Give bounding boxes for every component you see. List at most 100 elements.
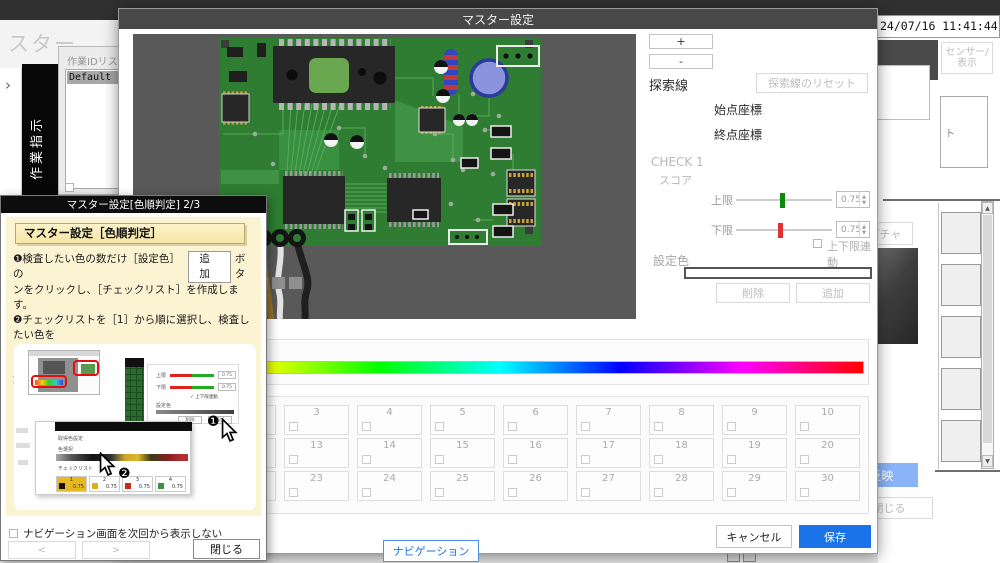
checkbox[interactable] xyxy=(800,455,809,464)
checkbox[interactable] xyxy=(508,488,517,497)
checklist-cell-number: 10 xyxy=(821,407,834,418)
checklist-cell-number: 8 xyxy=(678,407,685,418)
checkbox[interactable] xyxy=(65,183,74,192)
checkbox[interactable] xyxy=(654,455,663,464)
help-body: マスター設定［色順判定］ ❶検査したい色の数だけ［設定色］の 追加 ボタ ンをク… xyxy=(6,217,261,516)
checklist-cell[interactable]: 7 xyxy=(576,405,641,435)
checkbox[interactable] xyxy=(289,488,298,497)
hide-navigation-checkbox[interactable] xyxy=(9,529,18,538)
zoom-out-button[interactable]: - xyxy=(649,54,713,69)
chevron-right-icon[interactable]: › xyxy=(5,76,11,94)
window-control-fragment xyxy=(727,553,740,562)
checkbox[interactable] xyxy=(581,455,590,464)
prev-page-button[interactable]: < xyxy=(8,541,76,559)
checkbox[interactable] xyxy=(581,488,590,497)
upper-limit-spinner[interactable]: 0.75 ▲ ▼ xyxy=(836,191,870,208)
add-button[interactable]: 追加 xyxy=(796,283,870,303)
mini-cell-value: 0.75 xyxy=(105,484,117,490)
checklist-cell[interactable]: 20 xyxy=(795,438,860,468)
lower-slider-track[interactable] xyxy=(736,229,832,231)
checklist-cell[interactable]: 23 xyxy=(284,471,349,501)
checkbox[interactable] xyxy=(727,455,736,464)
checklist-cell[interactable]: 13 xyxy=(284,438,349,468)
dialog-title-bar[interactable]: マスター設定 xyxy=(119,9,877,29)
checklist-cell[interactable]: 24 xyxy=(357,471,422,501)
search-line-reset-button[interactable]: 探索線のリセット xyxy=(756,73,868,93)
checklist-cell[interactable]: 10 xyxy=(795,405,860,435)
mini-cell-value: 0.75 xyxy=(72,484,84,490)
checkbox[interactable] xyxy=(435,422,444,431)
scrollbar[interactable]: ▲ ▼ xyxy=(981,201,994,469)
checkbox[interactable] xyxy=(654,422,663,431)
upper-slider-thumb[interactable] xyxy=(780,193,785,208)
mini-value: 0.75 xyxy=(218,383,236,391)
tile-item[interactable] xyxy=(941,420,981,462)
set-color-field[interactable] xyxy=(684,267,872,279)
scrollbar-thumb[interactable] xyxy=(983,215,992,443)
close-button[interactable]: 閉じる xyxy=(193,539,260,559)
checkbox[interactable] xyxy=(435,488,444,497)
checkbox[interactable] xyxy=(362,422,371,431)
start-coord-label: 始点座標 xyxy=(714,103,763,117)
checkbox[interactable] xyxy=(362,488,371,497)
spin-down-icon[interactable]: ▼ xyxy=(862,200,866,206)
checklist-cell[interactable]: 5 xyxy=(430,405,495,435)
checklist-cell[interactable]: 4 xyxy=(357,405,422,435)
checklist-cell[interactable]: 8 xyxy=(649,405,714,435)
checkbox[interactable] xyxy=(727,488,736,497)
link-limits-checkbox[interactable] xyxy=(813,239,822,248)
illustration-fragment xyxy=(18,460,28,465)
checkbox[interactable] xyxy=(289,455,298,464)
checkbox[interactable] xyxy=(435,455,444,464)
checkbox[interactable] xyxy=(289,422,298,431)
mini-link-label: ✓ 上下限連動 xyxy=(190,395,218,400)
checkbox[interactable] xyxy=(508,422,517,431)
checkbox[interactable] xyxy=(581,422,590,431)
tile-item[interactable] xyxy=(941,368,981,410)
navigation-button[interactable]: ナビゲーション xyxy=(383,540,479,562)
checkbox[interactable] xyxy=(800,422,809,431)
checklist-cell-number: 20 xyxy=(821,440,834,451)
checklist-cell[interactable]: 15 xyxy=(430,438,495,468)
lower-limit-spinner[interactable]: 0.75 ▲ ▼ xyxy=(836,221,870,238)
checkbox[interactable] xyxy=(727,422,736,431)
checklist-cell[interactable]: 19 xyxy=(722,438,787,468)
checklist-cell[interactable]: 30 xyxy=(795,471,860,501)
scroll-up-icon[interactable]: ▲ xyxy=(982,202,993,214)
next-page-button[interactable]: > xyxy=(82,541,150,559)
checklist-cell-number: 24 xyxy=(383,473,396,484)
checklist-cell[interactable]: 25 xyxy=(430,471,495,501)
checklist-cell[interactable]: 6 xyxy=(503,405,568,435)
sensor-display-button[interactable]: センサー/ 表示 xyxy=(941,42,993,74)
tile-item[interactable] xyxy=(941,264,981,306)
dialog-title-bar[interactable]: マスター設定[色順判定] 2/3 xyxy=(1,196,266,213)
checklist-cell[interactable]: 27 xyxy=(576,471,641,501)
checklist-cell[interactable]: 18 xyxy=(649,438,714,468)
checkbox[interactable] xyxy=(800,488,809,497)
save-button[interactable]: 保存 xyxy=(799,525,871,548)
cancel-button[interactable]: キャンセル xyxy=(716,525,792,548)
scroll-down-icon[interactable]: ▼ xyxy=(982,455,993,467)
checklist-cell[interactable]: 29 xyxy=(722,471,787,501)
checklist-cell-number: 17 xyxy=(602,440,615,451)
tile-item[interactable] xyxy=(941,316,981,358)
mini-cell-swatch xyxy=(158,483,164,489)
cursor-arrow-icon xyxy=(221,418,238,443)
zoom-in-button[interactable]: + xyxy=(649,34,713,49)
delete-button[interactable]: 削除 xyxy=(716,283,790,303)
checklist-cell[interactable]: 3 xyxy=(284,405,349,435)
lower-slider-thumb[interactable] xyxy=(778,223,783,238)
checklist-cell[interactable]: 17 xyxy=(576,438,641,468)
checklist-cell[interactable]: 28 xyxy=(649,471,714,501)
checkbox[interactable] xyxy=(654,488,663,497)
checkbox[interactable] xyxy=(362,455,371,464)
checklist-cell[interactable]: 9 xyxy=(722,405,787,435)
checkbox[interactable] xyxy=(508,455,517,464)
checklist-cell[interactable]: 14 xyxy=(357,438,422,468)
spin-down-icon[interactable]: ▼ xyxy=(862,230,866,236)
mini-screenshot xyxy=(28,350,100,395)
checklist-cell[interactable]: 26 xyxy=(503,471,568,501)
checklist-cell-number: 13 xyxy=(310,440,323,451)
tile-item[interactable] xyxy=(941,212,981,254)
checklist-cell[interactable]: 16 xyxy=(503,438,568,468)
